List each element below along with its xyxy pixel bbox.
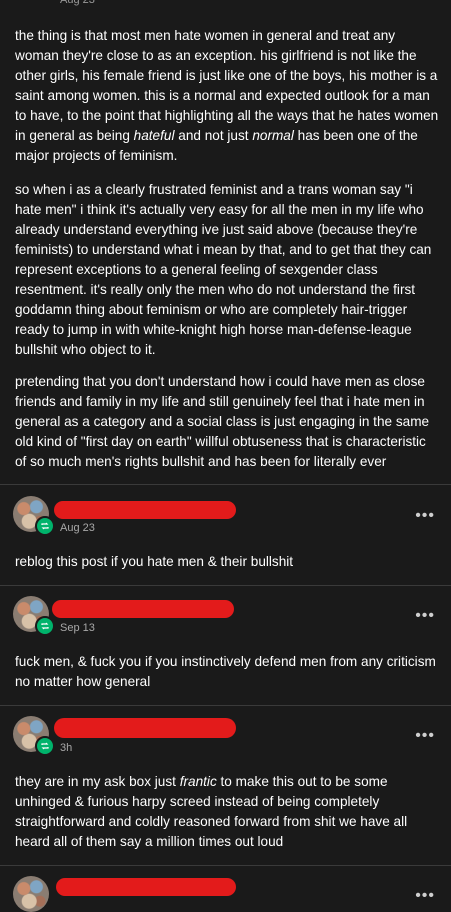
redacted-username [54, 718, 236, 738]
reblog-icon [35, 616, 55, 636]
redacted-username [54, 501, 236, 519]
original-post-date: Aug 23 [60, 0, 95, 6]
reblog-text: fuck men, & fuck you if you instinctivel… [15, 654, 436, 689]
reblog-text: they are in my ask box just frantic to m… [15, 774, 408, 849]
reblog-date: 3h [60, 742, 73, 754]
divider [0, 484, 451, 485]
redacted-username [56, 878, 236, 896]
reblog-icon [35, 736, 55, 756]
avatar[interactable] [13, 876, 49, 912]
divider [0, 705, 451, 706]
reblog-date: Aug 23 [60, 522, 95, 534]
reblog-date: Sep 13 [60, 622, 95, 634]
more-options-button[interactable]: ••• [415, 728, 435, 744]
more-options-button[interactable]: ••• [415, 608, 435, 624]
body-paragraph-3: pretending that you don't understand how… [15, 374, 430, 469]
divider [0, 585, 451, 586]
reblog-icon [35, 516, 55, 536]
divider [0, 865, 451, 866]
redacted-username [52, 600, 234, 618]
reblog-text: reblog this post if you hate men & their… [15, 554, 294, 569]
body-paragraph-1: the thing is that most men hate women in… [15, 28, 439, 163]
more-options-button[interactable]: ••• [415, 508, 435, 524]
body-paragraph-2: so when i as a clearly frustrated femini… [15, 182, 432, 357]
